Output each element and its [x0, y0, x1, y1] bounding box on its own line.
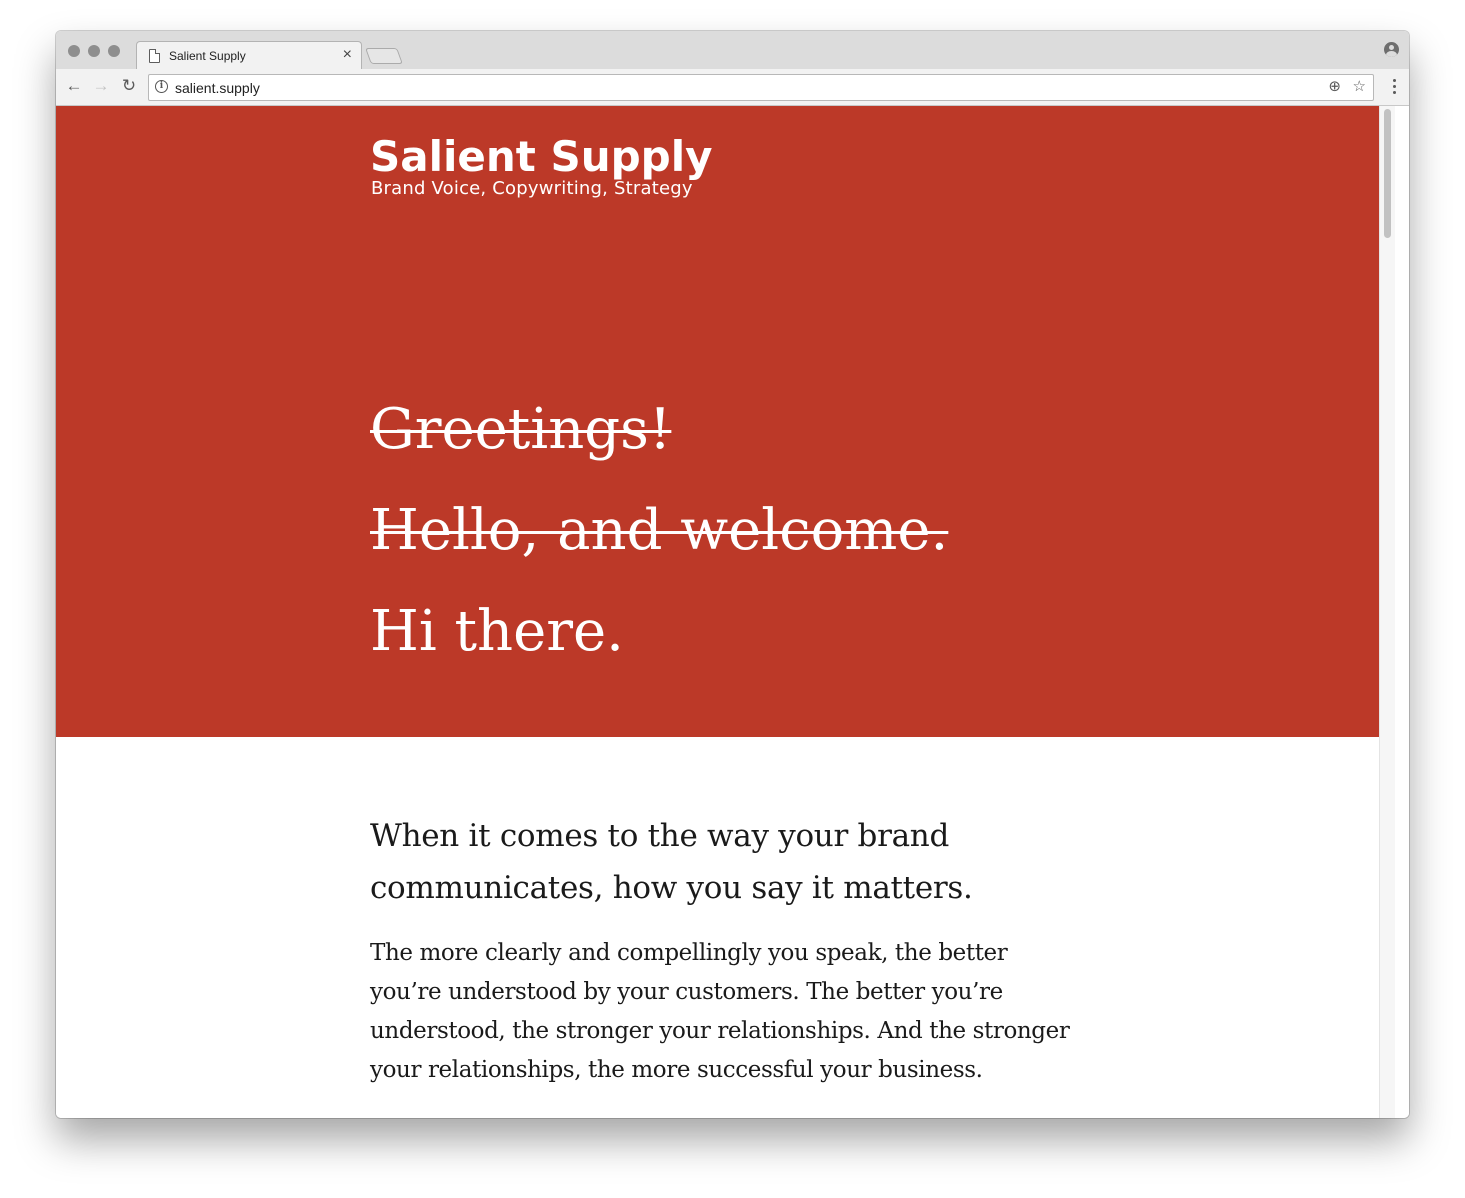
greeting-final: Hi there. [370, 599, 624, 664]
document-icon [149, 49, 160, 63]
intro-lead: When it comes to the way your brand comm… [370, 818, 973, 906]
browser-menu-icon[interactable] [1393, 79, 1396, 95]
tab-title: Salient Supply [169, 49, 246, 63]
tab-close-icon[interactable]: × [343, 46, 352, 64]
zoom-icon[interactable]: ⊕ [1328, 77, 1341, 95]
greeting-struck-1: Greetings! [370, 397, 672, 462]
bookmark-star-icon[interactable]: ☆ [1353, 77, 1366, 95]
new-tab-button[interactable] [365, 48, 403, 64]
page-viewport: Salient Supply Brand Voice, Copywriting,… [56, 106, 1409, 1118]
profile-icon[interactable] [1384, 42, 1399, 57]
greeting-struck-2: Hello, and welcome. [370, 498, 949, 563]
site-title: Salient Supply [370, 132, 713, 181]
maximize-window-button[interactable] [108, 45, 120, 57]
toolbar: ← → ↻ i salient.supply ⊕ ☆ [56, 69, 1409, 106]
site-tagline: Brand Voice, Copywriting, Strategy [371, 178, 693, 199]
close-window-button[interactable] [68, 45, 80, 57]
site-info-icon[interactable]: i [155, 80, 168, 93]
tab-strip: Salient Supply × [56, 31, 1409, 71]
hero-section: Salient Supply Brand Voice, Copywriting,… [56, 106, 1379, 737]
browser-window: Salient Supply × ← → ↻ i salient.supply … [56, 31, 1409, 1118]
address-bar[interactable]: i salient.supply ⊕ ☆ [148, 74, 1374, 101]
tab-salient-supply[interactable]: Salient Supply × [136, 41, 362, 71]
reload-icon[interactable]: ↻ [119, 76, 139, 96]
forward-icon[interactable]: → [91, 76, 111, 96]
vertical-scrollbar[interactable] [1379, 106, 1395, 1118]
intro-body: The more clearly and compellingly you sp… [370, 940, 1070, 1083]
intro-content: When it comes to the way your brand comm… [370, 810, 1070, 1090]
scrollbar-thumb[interactable] [1384, 109, 1391, 238]
url-text[interactable]: salient.supply [175, 80, 260, 96]
minimize-window-button[interactable] [88, 45, 100, 57]
site-brand[interactable]: Salient Supply Brand Voice, Copywriting,… [370, 132, 713, 200]
back-icon[interactable]: ← [64, 76, 84, 96]
